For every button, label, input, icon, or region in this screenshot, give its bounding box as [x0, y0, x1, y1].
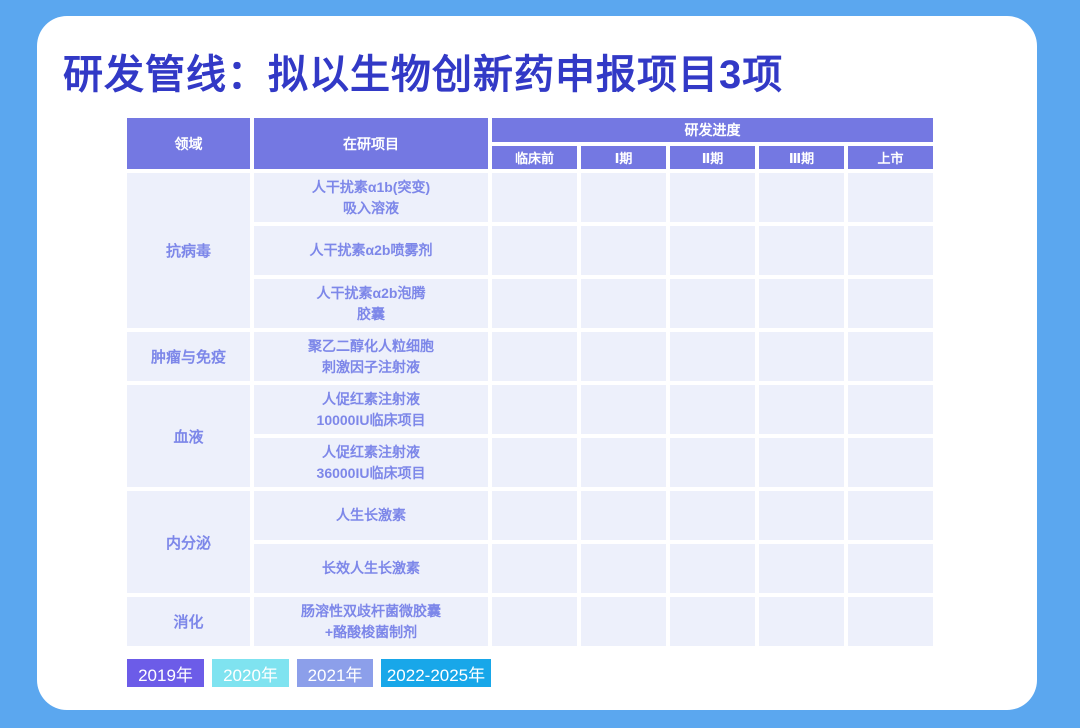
progress-cell — [492, 226, 577, 275]
project-cell: 人干扰素α2b喷雾剂 — [254, 226, 488, 275]
progress-cell — [759, 279, 844, 328]
column-header-progress: 研发进度 — [492, 118, 933, 142]
domain-cell-digestive: 消化 — [127, 597, 250, 646]
progress-cell — [759, 491, 844, 540]
legend-item-2021: 2021年 — [297, 659, 373, 687]
progress-cell — [759, 544, 844, 593]
domain-cell-oncology-immunology: 肿瘤与免疫 — [127, 332, 250, 381]
progress-cell — [670, 385, 755, 434]
progress-cell — [670, 491, 755, 540]
legend: 2019年 2020年 2021年 2022-2025年 — [127, 659, 491, 687]
legend-item-2020: 2020年 — [212, 659, 289, 687]
progress-cell — [848, 544, 933, 593]
progress-cell — [670, 438, 755, 487]
progress-cell — [848, 173, 933, 222]
column-header-phase1: Ⅰ期 — [581, 146, 666, 169]
progress-cell — [581, 173, 666, 222]
progress-cell — [848, 491, 933, 540]
progress-cell — [848, 597, 933, 646]
progress-cell — [581, 544, 666, 593]
progress-cell — [492, 597, 577, 646]
progress-cell — [670, 173, 755, 222]
content-card: 研发管线：拟以生物创新药申报项目3项 领域 在研项目 研发进度 临床前 Ⅰ期 Ⅱ… — [37, 16, 1037, 710]
legend-item-2019: 2019年 — [127, 659, 204, 687]
project-cell: 肠溶性双歧杆菌微胶囊 +酪酸梭菌制剂 — [254, 597, 488, 646]
progress-cell — [670, 226, 755, 275]
progress-cell — [492, 279, 577, 328]
progress-cell — [848, 279, 933, 328]
progress-cell — [848, 226, 933, 275]
column-header-phase2: Ⅱ期 — [670, 146, 755, 169]
project-cell: 人生长激素 — [254, 491, 488, 540]
progress-cell — [759, 173, 844, 222]
progress-cell — [581, 597, 666, 646]
column-header-market: 上市 — [848, 146, 933, 169]
progress-cell — [759, 226, 844, 275]
progress-cell — [759, 597, 844, 646]
progress-cell — [492, 438, 577, 487]
project-cell: 人促红素注射液 10000IU临床项目 — [254, 385, 488, 434]
project-cell: 人干扰素α1b(突变) 吸入溶液 — [254, 173, 488, 222]
progress-cell — [492, 173, 577, 222]
project-cell: 长效人生长激素 — [254, 544, 488, 593]
progress-cell — [759, 438, 844, 487]
domain-cell-blood: 血液 — [127, 385, 250, 487]
project-cell: 人促红素注射液 36000IU临床项目 — [254, 438, 488, 487]
progress-cell — [670, 332, 755, 381]
progress-cell — [581, 332, 666, 381]
progress-cell — [848, 332, 933, 381]
progress-cell — [492, 385, 577, 434]
progress-cell — [581, 491, 666, 540]
column-header-preclinical: 临床前 — [492, 146, 577, 169]
column-header-phase3: Ⅲ期 — [759, 146, 844, 169]
progress-cell — [492, 544, 577, 593]
progress-cell — [670, 279, 755, 328]
progress-cell — [492, 332, 577, 381]
pipeline-table: 领域 在研项目 研发进度 临床前 Ⅰ期 Ⅱ期 Ⅲ期 上市 抗病毒 肿瘤与免疫 血… — [127, 118, 933, 646]
progress-cell — [581, 385, 666, 434]
progress-cell — [848, 385, 933, 434]
progress-cell — [759, 385, 844, 434]
progress-cell — [492, 491, 577, 540]
column-header-domain: 领域 — [127, 118, 250, 169]
legend-item-2022-2025: 2022-2025年 — [381, 659, 491, 687]
progress-cell — [848, 438, 933, 487]
progress-cell — [581, 279, 666, 328]
column-header-project: 在研项目 — [254, 118, 488, 169]
project-cell: 人干扰素α2b泡腾 胶囊 — [254, 279, 488, 328]
domain-cell-endocrine: 内分泌 — [127, 491, 250, 593]
progress-cell — [670, 544, 755, 593]
progress-cell — [581, 438, 666, 487]
page-background: { "title": "研发管线：拟以生物创新药申报项目3项", "table"… — [0, 0, 1080, 728]
page-title: 研发管线：拟以生物创新药申报项目3项 — [63, 42, 783, 100]
progress-cell — [670, 597, 755, 646]
project-cell: 聚乙二醇化人粒细胞 刺激因子注射液 — [254, 332, 488, 381]
progress-cell — [581, 226, 666, 275]
domain-cell-antiviral: 抗病毒 — [127, 173, 250, 328]
progress-cell — [759, 332, 844, 381]
